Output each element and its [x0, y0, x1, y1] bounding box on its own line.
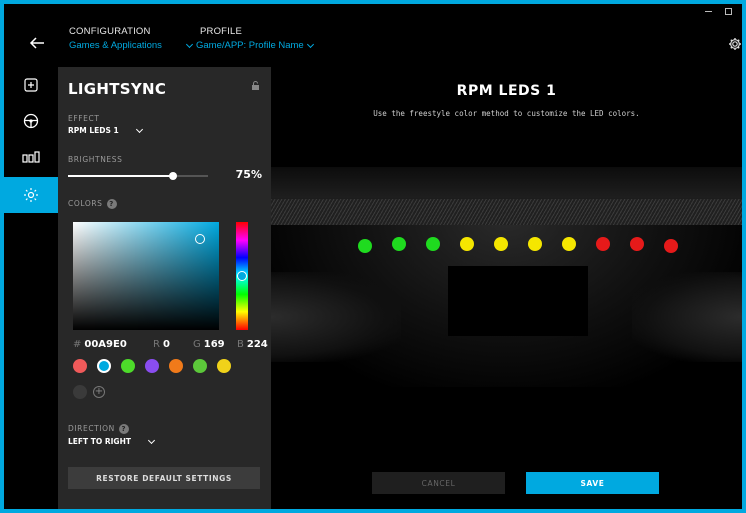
g-label: G [193, 339, 201, 350]
chevron-down-icon [185, 40, 194, 48]
color-picker-cursor[interactable] [195, 234, 205, 244]
main-preview: RPM LEDS 1 Use the freestyle color metho… [271, 67, 742, 509]
help-icon[interactable]: ? [106, 199, 117, 209]
b-label: B [237, 339, 244, 350]
profile-dropdown[interactable]: Game/APP: Profile Name [185, 40, 314, 51]
rpm-led[interactable] [392, 237, 406, 251]
color-values-row: #00A9E0 R0 G 169 B 224 [73, 339, 268, 350]
chevron-down-icon [306, 40, 314, 48]
r-label: R [153, 339, 160, 350]
wheel-grip-right [632, 272, 742, 362]
lock-icon[interactable] [251, 81, 260, 90]
rpm-led[interactable] [494, 237, 508, 251]
rpm-led[interactable] [630, 237, 644, 251]
configuration-nav[interactable]: CONFIGURATION Games & Applications [69, 26, 162, 51]
preview-subtitle: Use the freestyle color method to custom… [373, 109, 640, 118]
g-field[interactable]: G 169 [193, 339, 237, 350]
b-value: 224 [246, 339, 268, 350]
hue-slider-thumb[interactable] [237, 271, 247, 281]
maximize-icon[interactable] [725, 8, 732, 15]
hex-value: 00A9E0 [84, 339, 127, 350]
configuration-title: CONFIGURATION [69, 26, 151, 37]
save-button[interactable]: SAVE [526, 472, 659, 494]
hex-prefix: # [73, 339, 82, 350]
profile-title: PROFILE [200, 26, 243, 37]
rpm-led[interactable] [562, 237, 576, 251]
pedals-icon [22, 151, 40, 163]
color-swatch[interactable] [73, 359, 87, 373]
app-window: CONFIGURATION Games & Applications PROFI… [4, 4, 742, 509]
b-field[interactable]: B 224 [237, 339, 268, 350]
add-icon [24, 78, 38, 92]
rail-item-wheel[interactable] [4, 103, 58, 139]
rail-item-add[interactable] [4, 67, 58, 103]
cancel-button[interactable]: CANCEL [372, 472, 505, 494]
direction-label: DIRECTION [68, 424, 115, 433]
rpm-led[interactable] [528, 237, 542, 251]
color-swatch[interactable] [217, 359, 231, 373]
direction-label-row: DIRECTION? [68, 424, 129, 434]
color-swatch[interactable] [145, 359, 159, 373]
hex-field[interactable]: #00A9E0 [73, 339, 153, 350]
wheel-grip-left [271, 272, 401, 362]
restore-defaults-button[interactable]: RESTORE DEFAULT SETTINGS [68, 467, 260, 489]
color-swatch[interactable] [193, 359, 207, 373]
rpm-led[interactable] [358, 239, 372, 253]
add-swatch-button[interactable]: + [93, 386, 105, 398]
rail-item-lightsync[interactable] [4, 177, 58, 213]
preview-title: RPM LEDS 1 [456, 83, 557, 99]
lightsync-panel: LIGHTSYNC EFFECT RPM LEDS 1 BRIGHTNESS 7… [58, 67, 271, 509]
hue-slider[interactable] [236, 222, 248, 330]
profile-value-text: Game/APP: Profile Name [196, 40, 304, 51]
profile-nav[interactable]: PROFILE Game/APP: Profile Name [185, 26, 314, 51]
direction-value: LEFT TO RIGHT [68, 437, 131, 446]
brightness-label: BRIGHTNESS [68, 155, 123, 164]
rail-item-pedals[interactable] [4, 139, 58, 175]
wheel-led-strip [271, 199, 742, 225]
configuration-value[interactable]: Games & Applications [69, 40, 162, 51]
steering-wheel-icon [23, 113, 39, 129]
color-picker-area[interactable] [73, 222, 219, 330]
color-swatch[interactable] [97, 359, 111, 373]
color-swatch[interactable] [121, 359, 135, 373]
panel-title: LIGHTSYNC [68, 80, 167, 98]
effect-dropdown[interactable]: RPM LEDS 1 [68, 125, 143, 135]
r-value: 0 [162, 339, 170, 350]
help-icon[interactable]: ? [118, 424, 129, 434]
configuration-value-text: Games & Applications [69, 40, 162, 51]
rpm-led[interactable] [664, 239, 678, 253]
minimize-icon[interactable] [705, 11, 712, 12]
brightness-slider-fill [68, 175, 173, 177]
colors-label: COLORS [68, 199, 103, 208]
chevron-down-icon [147, 436, 156, 444]
effect-label: EFFECT [68, 114, 100, 123]
color-swatch[interactable] [169, 359, 183, 373]
color-swatch[interactable] [73, 385, 87, 399]
brightness-slider[interactable] [68, 172, 208, 180]
brightness-value: 75% [235, 168, 262, 181]
left-rail [4, 67, 58, 509]
g-value: 169 [203, 339, 225, 350]
effect-value: RPM LEDS 1 [68, 126, 119, 135]
colors-label-row: COLORS? [68, 199, 117, 209]
back-arrow-icon[interactable] [28, 34, 46, 52]
direction-dropdown[interactable]: LEFT TO RIGHT [68, 436, 156, 446]
rpm-led[interactable] [460, 237, 474, 251]
r-field[interactable]: R0 [153, 339, 193, 350]
wheel-display [448, 266, 588, 336]
chevron-down-icon [135, 125, 143, 133]
brightness-slider-thumb[interactable] [169, 172, 177, 180]
lightsync-icon [24, 188, 38, 202]
gear-icon[interactable] [728, 37, 742, 51]
rpm-led[interactable] [596, 237, 610, 251]
rpm-led[interactable] [426, 237, 440, 251]
